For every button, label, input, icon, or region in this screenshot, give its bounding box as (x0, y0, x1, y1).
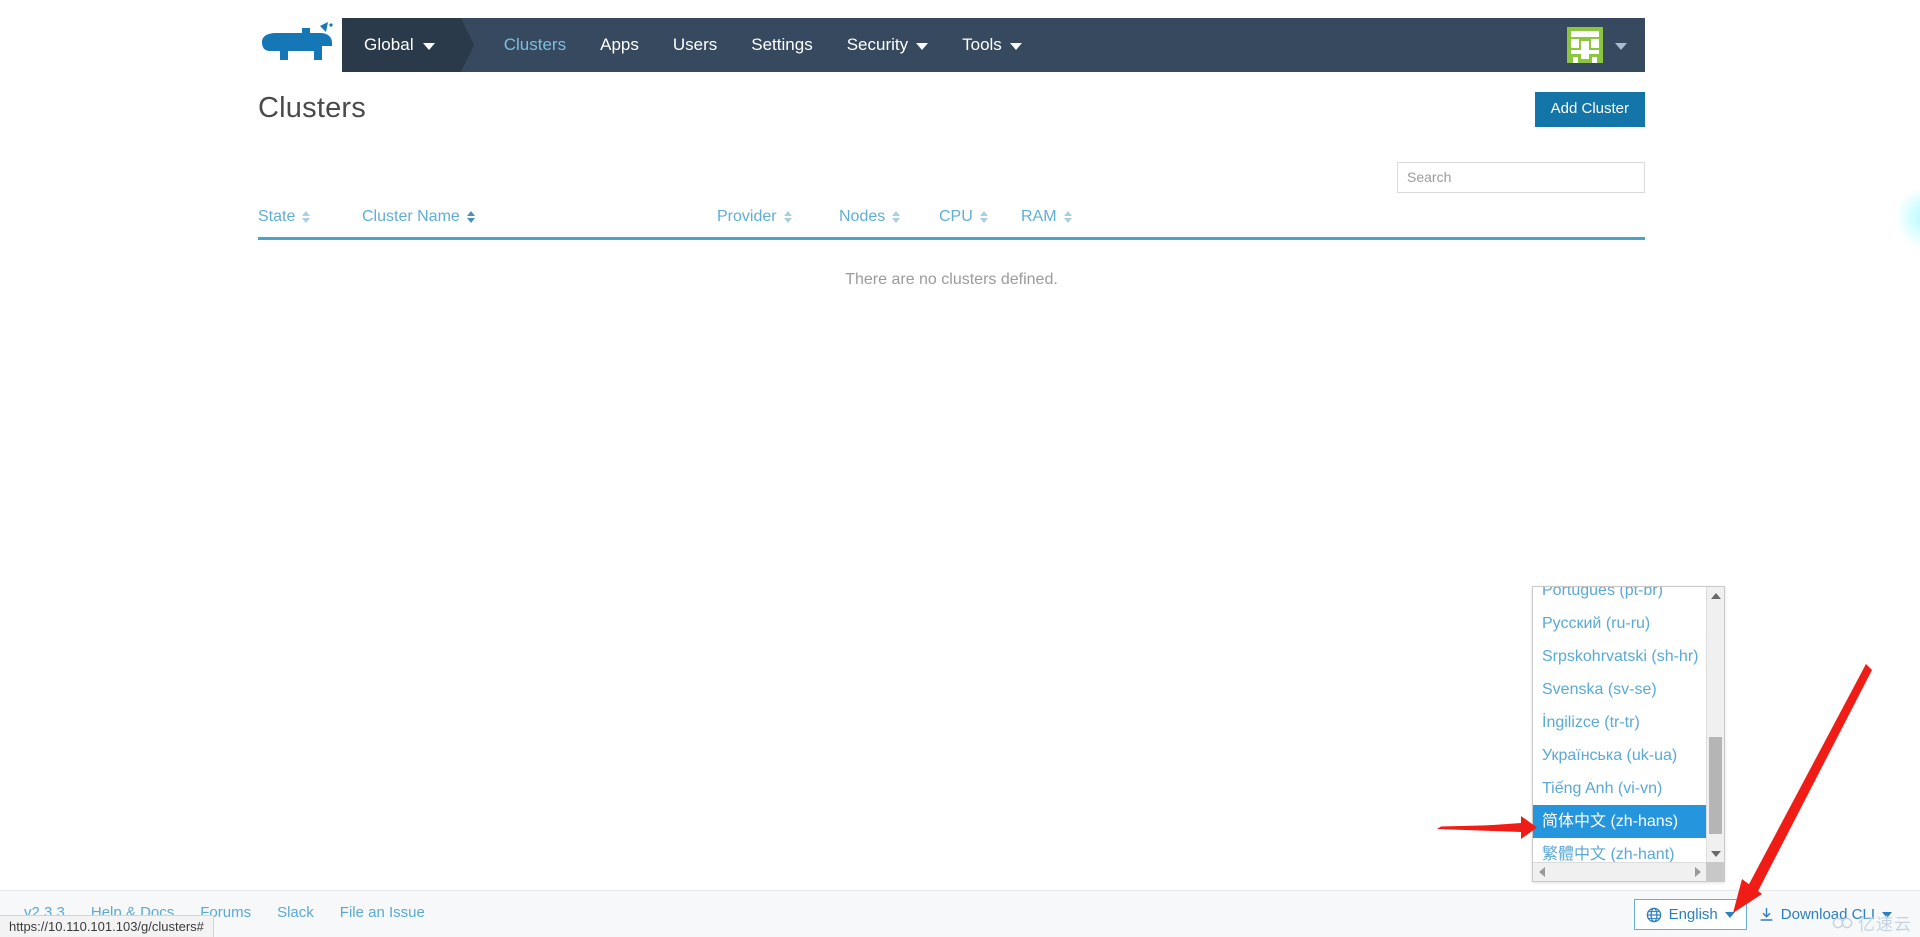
footer-link-slack[interactable]: Slack (277, 904, 314, 921)
table-header-row: State Cluster Name Provider Nodes CPU RA… (258, 208, 1645, 237)
sort-icon (302, 211, 311, 223)
sort-icon (892, 211, 901, 223)
watermark-logo-icon (1832, 917, 1853, 928)
download-icon (1760, 907, 1773, 921)
scroll-down-arrow-icon[interactable] (1707, 845, 1724, 862)
search-input[interactable] (1397, 161, 1645, 193)
nav-item-security[interactable]: Security (830, 18, 945, 72)
scope-selector-global[interactable]: Global (342, 18, 461, 72)
column-header-cluster-name[interactable]: Cluster Name (362, 208, 717, 237)
nav-item-tools[interactable]: Tools (945, 18, 1039, 72)
column-header-nodes[interactable]: Nodes (839, 208, 939, 237)
table-header: State Cluster Name Provider Nodes CPU RA… (258, 208, 1645, 237)
column-label: Cluster Name (362, 208, 460, 225)
page-content: Clusters Add Cluster State Cluster (258, 92, 1645, 320)
nav-item-users[interactable]: Users (656, 18, 734, 72)
column-label: State (258, 208, 296, 225)
rancher-cow-logo[interactable] (258, 22, 342, 68)
language-option-pt-br[interactable]: Português (pt-br) (1533, 587, 1706, 607)
language-dropdown-scroll-area: Português (pt-br) Русский (ru-ru) Srpsko… (1533, 587, 1706, 862)
nav-item-label: Settings (751, 35, 813, 54)
column-header-cpu[interactable]: CPU (939, 208, 1021, 237)
language-option-vi-vn[interactable]: Tiếng Anh (vi-vn) (1533, 772, 1706, 805)
language-option-zh-hans[interactable]: 简体中文 (zh-hans) (1533, 805, 1706, 838)
nav-item-clusters[interactable]: Clusters (487, 18, 583, 72)
annotation-arrow-horizontal (1437, 816, 1537, 839)
column-header-ram[interactable]: RAM (1021, 208, 1645, 237)
language-option-ru-ru[interactable]: Русский (ru-ru) (1533, 607, 1706, 640)
watermark-text: 亿速云 (1858, 915, 1912, 934)
language-selector-button[interactable]: English (1633, 899, 1747, 930)
globe-icon (1646, 907, 1661, 922)
column-label: RAM (1021, 208, 1057, 225)
language-dropdown-menu: Português (pt-br) Русский (ru-ru) Srpsko… (1532, 586, 1725, 882)
language-option-sh-hr[interactable]: Srpskohrvatski (sh-hr) (1533, 640, 1706, 673)
footer: v2.3.3 Help & Docs Forums Slack File an … (0, 890, 1920, 937)
scroll-left-arrow-icon[interactable] (1533, 863, 1550, 881)
clusters-table: State Cluster Name Provider Nodes CPU RA… (258, 208, 1645, 320)
language-option-sv-se[interactable]: Svenska (sv-se) (1533, 673, 1706, 706)
app-root: Global Clusters Apps Users Settings Secu… (0, 0, 1920, 937)
scroll-up-arrow-icon[interactable] (1707, 587, 1724, 604)
table-empty-row: There are no clusters defined. (258, 240, 1645, 320)
scroll-right-arrow-icon[interactable] (1689, 863, 1706, 881)
sort-icon (1063, 211, 1072, 223)
empty-message: There are no clusters defined. (845, 271, 1058, 288)
vertical-scrollbar-thumb[interactable] (1709, 737, 1722, 834)
edge-highlight-artifact (1898, 190, 1920, 245)
nav-item-label: Tools (962, 35, 1002, 54)
page-title: Clusters (258, 92, 366, 124)
search-row (258, 146, 1645, 208)
scope-selector-label: Global (364, 35, 414, 54)
column-label: CPU (939, 208, 973, 225)
sort-icon (466, 211, 475, 223)
language-dropdown-vertical-scrollbar[interactable] (1706, 587, 1724, 862)
nav-user-area (1567, 18, 1645, 72)
page-header: Clusters Add Cluster (258, 92, 1645, 146)
sort-icon (979, 211, 988, 223)
table-body: There are no clusters defined. (258, 237, 1645, 320)
language-selector-label: English (1668, 906, 1718, 923)
chevron-down-icon[interactable] (1615, 42, 1627, 50)
column-header-provider[interactable]: Provider (717, 208, 839, 237)
watermark: 亿速云 (1832, 910, 1912, 935)
nav-bar: Global Clusters Apps Users Settings Secu… (342, 18, 1645, 72)
column-label: Nodes (839, 208, 886, 225)
scrollbar-corner (1706, 862, 1724, 881)
column-header-state[interactable]: State (258, 208, 362, 237)
chevron-down-icon (916, 42, 929, 50)
add-cluster-button[interactable]: Add Cluster (1534, 92, 1645, 127)
nav-item-label: Clusters (503, 35, 567, 54)
chevron-down-icon (1724, 911, 1735, 918)
nav-item-apps[interactable]: Apps (583, 18, 656, 72)
chevron-down-icon (422, 42, 435, 50)
language-option-zh-hant[interactable]: 繁體中文 (zh-hant) (1533, 838, 1706, 862)
chevron-down-icon (1009, 42, 1022, 50)
avatar[interactable] (1567, 27, 1603, 63)
annotation-arrow-diagonal (1733, 664, 1872, 913)
column-label: Provider (717, 208, 777, 225)
nav-item-label: Users (672, 35, 718, 54)
nav-items: Clusters Apps Users Settings Security To… (461, 18, 1039, 72)
language-option-tr-tr[interactable]: İngilizce (tr-tr) (1533, 706, 1706, 739)
status-url: https://10.110.101.103/g/clusters# (9, 919, 204, 934)
nav-item-label: Security (846, 35, 909, 54)
language-option-list: Português (pt-br) Русский (ru-ru) Srpsko… (1533, 587, 1706, 862)
sort-icon (783, 211, 792, 223)
top-navigation: Global Clusters Apps Users Settings Secu… (258, 18, 1645, 72)
nav-item-settings[interactable]: Settings (734, 18, 829, 72)
language-option-uk-ua[interactable]: Українська (uk-ua) (1533, 739, 1706, 772)
footer-link-file-an-issue[interactable]: File an Issue (340, 904, 425, 921)
language-dropdown-horizontal-scrollbar[interactable] (1533, 862, 1724, 881)
nav-item-label: Apps (600, 35, 639, 54)
browser-status-bar: https://10.110.101.103/g/clusters# (0, 915, 214, 937)
